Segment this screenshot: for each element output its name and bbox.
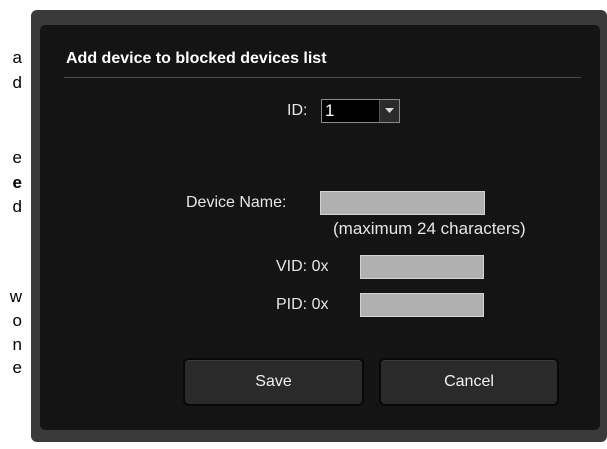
title-divider	[64, 77, 581, 78]
background-text-fragment: a	[12, 48, 22, 67]
vid-label: VID: 0x	[276, 258, 329, 275]
background-text-fragment: e	[12, 148, 22, 167]
background-text-fragment: e	[12, 358, 22, 377]
background-text-fragment: d	[12, 73, 22, 92]
cancel-button[interactable]: Cancel	[379, 358, 559, 406]
vid-field[interactable]	[360, 255, 484, 279]
background-text-fragment: e	[12, 173, 22, 192]
chevron-down-icon	[385, 108, 394, 113]
pid-field[interactable]	[360, 293, 484, 317]
dialog-title: Add device to blocked devices list	[66, 50, 327, 67]
device-name-label: Device Name:	[186, 194, 287, 211]
id-select[interactable]: 1	[321, 99, 400, 123]
device-name-hint: (maximum 24 characters)	[333, 219, 526, 238]
background-text-fragment: d	[12, 197, 22, 216]
page: a d e e d w o n e Add device to blocked …	[0, 0, 607, 449]
save-button[interactable]: Save	[183, 358, 364, 406]
pid-label: PID: 0x	[276, 296, 329, 313]
background-text-fragment: o	[12, 311, 22, 330]
device-name-field[interactable]	[320, 191, 485, 215]
id-select-value: 1	[325, 101, 335, 120]
background-text-fragment: n	[12, 335, 22, 354]
background-text-fragment: w	[9, 287, 22, 306]
background-document: a d e e d w o n e	[0, 0, 30, 449]
id-select-toggle[interactable]	[379, 100, 399, 122]
id-label: ID:	[287, 102, 308, 119]
